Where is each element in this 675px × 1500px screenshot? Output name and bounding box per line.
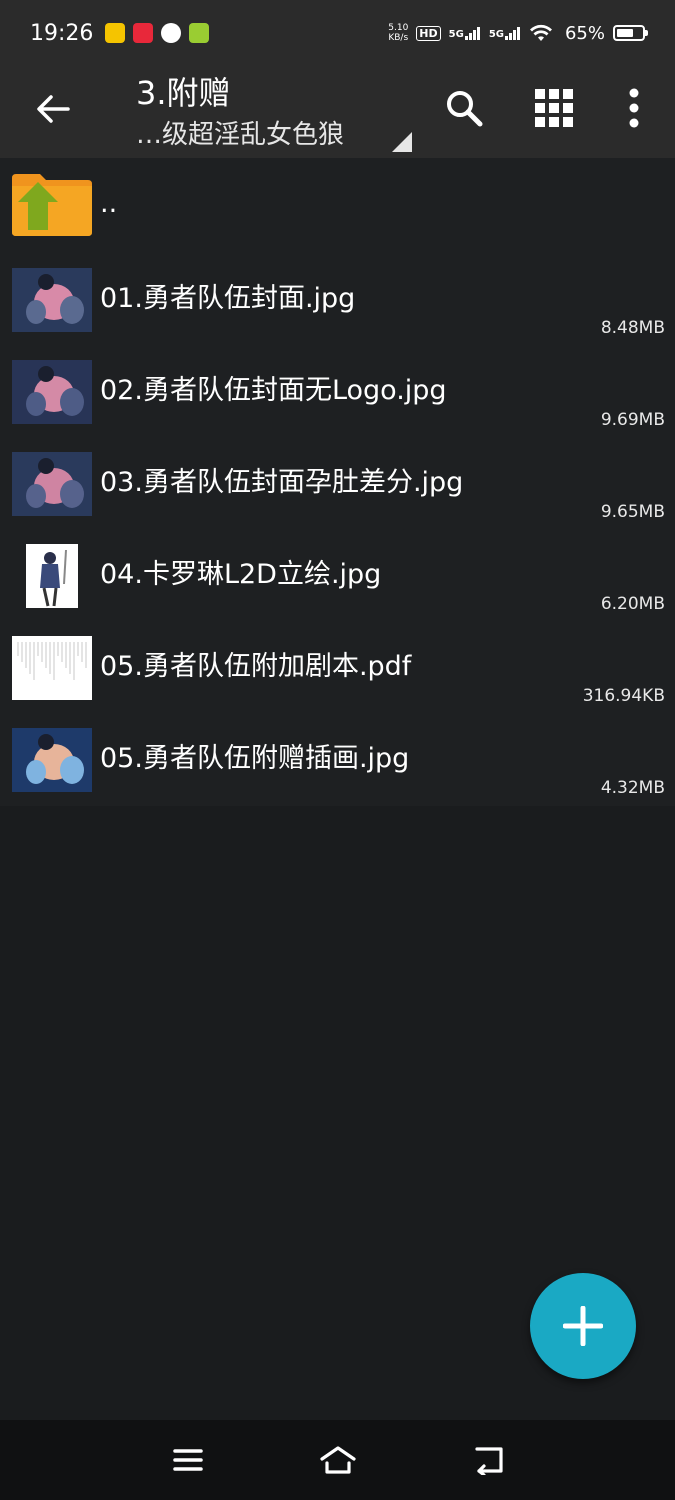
search-icon bbox=[447, 91, 483, 127]
file-name: 05.勇者队伍附加剧本.pdf bbox=[100, 651, 412, 682]
file-name: 02.勇者队伍封面无Logo.jpg bbox=[100, 375, 447, 406]
file-row[interactable]: 03.勇者队伍封面孕肚差分.jpg 9.65MB bbox=[0, 438, 675, 530]
system-back-button[interactable] bbox=[466, 1438, 510, 1482]
system-navigation-bar bbox=[0, 1420, 675, 1500]
wifi-icon bbox=[529, 24, 552, 41]
game-app-icon bbox=[189, 23, 210, 43]
status-indicators: 5.10 KB/s HD 5G 5G 65% bbox=[388, 22, 648, 44]
signal-5g-icon-2: 5G bbox=[489, 26, 521, 40]
file-row[interactable]: 02.勇者队伍封面无Logo.jpg 9.69MB bbox=[0, 346, 675, 438]
document-thumbnail-icon bbox=[12, 636, 92, 700]
parent-directory-label: .. bbox=[100, 188, 118, 219]
signal-5g-icon: 5G bbox=[449, 26, 481, 40]
network-speed: 5.10 KB/s bbox=[388, 23, 409, 43]
file-size: 9.69MB bbox=[600, 410, 665, 430]
check-circle-icon bbox=[161, 23, 182, 43]
hd-icon: HD bbox=[416, 25, 441, 41]
image-thumbnail-icon bbox=[12, 268, 92, 332]
add-button[interactable] bbox=[530, 1273, 636, 1379]
parent-directory-row[interactable]: .. bbox=[0, 158, 675, 254]
file-name: 05.勇者队伍附赠插画.jpg bbox=[100, 743, 410, 774]
app-toolbar: 3.附赠 …级超淫乱女色狼 bbox=[0, 66, 675, 158]
dropdown-caret-icon[interactable] bbox=[392, 132, 412, 152]
back-button[interactable] bbox=[30, 86, 76, 132]
home-icon bbox=[320, 1446, 356, 1474]
file-name: 01.勇者队伍封面.jpg bbox=[100, 283, 356, 314]
status-bar: 19:26 5.10 KB/s HD 5G 5G 65% bbox=[0, 0, 675, 66]
arrow-left-icon bbox=[37, 95, 70, 123]
folder-path-dropdown[interactable]: …级超淫乱女色狼 bbox=[136, 114, 344, 151]
image-thumbnail-icon bbox=[12, 360, 92, 424]
file-size: 9.65MB bbox=[600, 502, 665, 522]
image-thumbnail-icon bbox=[12, 452, 92, 516]
return-icon bbox=[475, 1447, 503, 1475]
file-list: .. 01.勇者队伍封面.jpg 8.48MB 02.勇者队伍封面无Logo.jpg… bbox=[0, 158, 675, 806]
home-button[interactable] bbox=[316, 1438, 360, 1482]
battery-icon bbox=[613, 25, 648, 41]
folder-up-icon bbox=[12, 174, 92, 236]
notification-app-icon bbox=[133, 23, 154, 43]
folder-title: 3.附赠 bbox=[136, 74, 231, 112]
search-button[interactable] bbox=[440, 84, 488, 132]
more-options-button[interactable] bbox=[610, 84, 658, 132]
more-vertical-icon bbox=[629, 88, 639, 128]
file-row[interactable]: 01.勇者队伍封面.jpg 8.48MB bbox=[0, 254, 675, 346]
battery-percent: 65% bbox=[564, 22, 605, 44]
file-row[interactable]: 04.卡罗琳L2D立绘.jpg 6.20MB bbox=[0, 530, 675, 622]
meituan-app-icon bbox=[105, 23, 126, 43]
status-time: 19:26 bbox=[30, 20, 94, 46]
menu-icon bbox=[173, 1449, 203, 1471]
grid-icon bbox=[535, 89, 573, 127]
image-thumbnail-icon bbox=[12, 728, 92, 792]
plus-icon bbox=[563, 1306, 603, 1346]
file-name: 03.勇者队伍封面孕肚差分.jpg bbox=[100, 467, 464, 498]
file-name: 04.卡罗琳L2D立绘.jpg bbox=[100, 559, 382, 590]
file-row[interactable]: 05.勇者队伍附赠插画.jpg 4.32MB bbox=[0, 714, 675, 806]
file-size: 6.20MB bbox=[600, 594, 665, 614]
file-size: 316.94KB bbox=[582, 686, 665, 706]
file-size: 4.32MB bbox=[600, 778, 665, 798]
file-row[interactable]: 05.勇者队伍附加剧本.pdf 316.94KB bbox=[0, 622, 675, 714]
recent-apps-button[interactable] bbox=[166, 1438, 210, 1482]
image-thumbnail-icon bbox=[26, 544, 78, 608]
screen: 19:26 5.10 KB/s HD 5G 5G 65% 3.附赠 …级超淫乱女… bbox=[0, 0, 675, 1500]
file-size: 8.48MB bbox=[600, 318, 665, 338]
grid-view-button[interactable] bbox=[530, 84, 578, 132]
